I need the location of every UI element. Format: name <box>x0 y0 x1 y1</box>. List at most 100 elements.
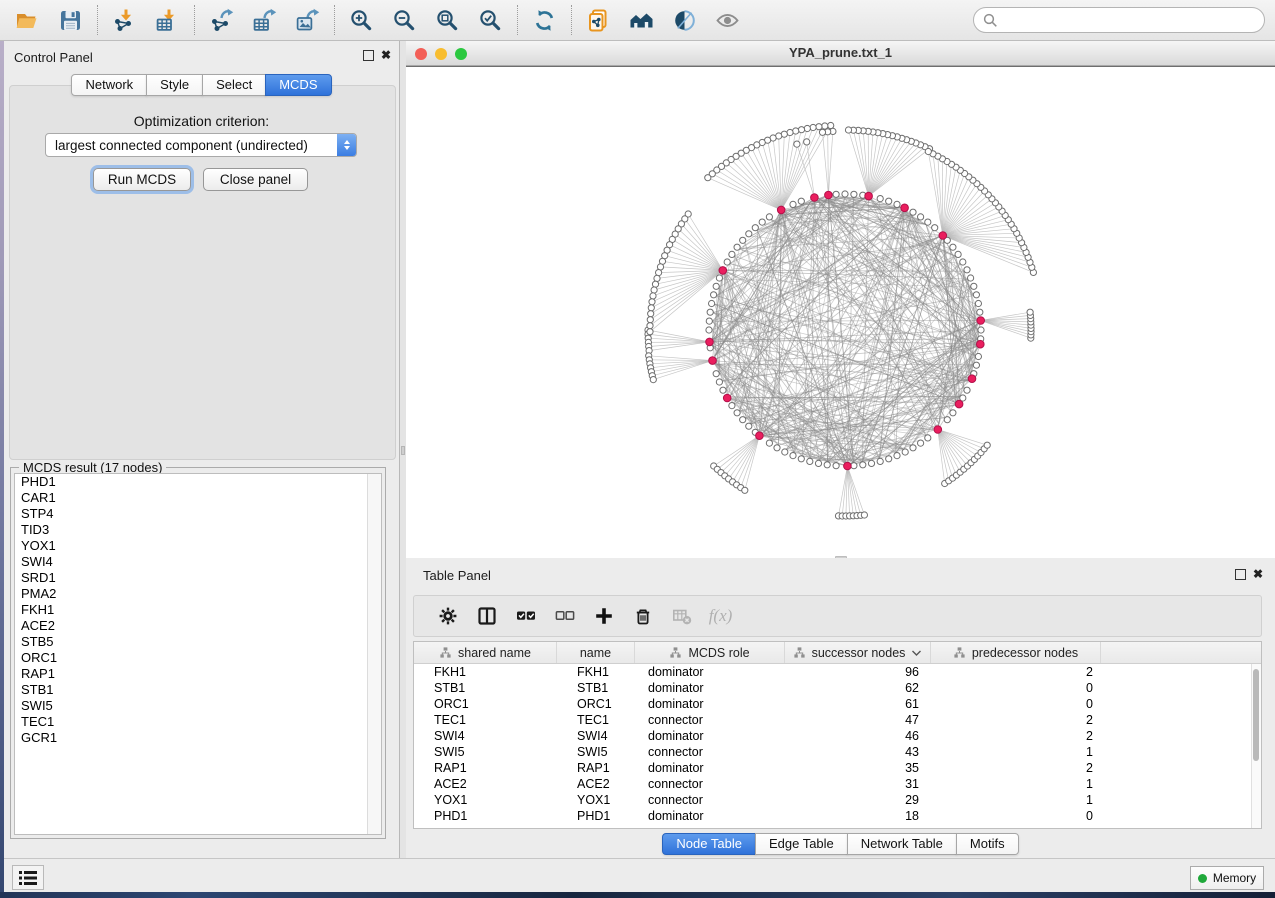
hide-graphics-details-button[interactable] <box>663 3 706 37</box>
ring-node[interactable] <box>713 283 719 289</box>
memory-button[interactable]: Memory <box>1190 866 1264 890</box>
cell-MCDS-role[interactable]: connector <box>635 777 785 791</box>
cell-successor-nodes[interactable]: 47 <box>785 713 931 727</box>
cell-MCDS-role[interactable]: connector <box>635 745 785 759</box>
ring-node[interactable] <box>759 219 765 225</box>
tab-mcds[interactable]: MCDS <box>265 74 331 96</box>
ring-node[interactable] <box>746 231 752 237</box>
ring-node[interactable] <box>950 244 956 250</box>
tab-select[interactable]: Select <box>202 74 266 96</box>
ring-node[interactable] <box>709 300 715 306</box>
add-column-button[interactable] <box>584 600 623 632</box>
ring-node[interactable] <box>740 237 746 243</box>
cell-name[interactable]: STB1 <box>557 681 635 695</box>
ring-node[interactable] <box>774 445 780 451</box>
mcds-result-item[interactable]: SWI5 <box>15 698 381 714</box>
leaf-node[interactable] <box>651 287 657 293</box>
mcds-hub-node[interactable] <box>934 426 942 434</box>
column-header-name[interactable]: name <box>557 642 635 663</box>
cell-successor-nodes[interactable]: 43 <box>785 745 931 759</box>
close-panel-icon[interactable]: ✖ <box>381 49 391 61</box>
home-network-button[interactable] <box>620 3 663 37</box>
mcds-hub-node[interactable] <box>955 400 963 408</box>
cell-name[interactable]: FKH1 <box>557 665 635 679</box>
ring-node[interactable] <box>720 387 726 393</box>
mcds-result-item[interactable]: SRD1 <box>15 570 381 586</box>
leaf-node[interactable] <box>822 123 828 129</box>
table-row[interactable]: PHD1PHD1dominator180 <box>414 808 1261 824</box>
mcds-hub-node[interactable] <box>723 394 731 402</box>
ring-node[interactable] <box>978 327 984 333</box>
ring-node[interactable] <box>886 456 892 462</box>
save-button[interactable] <box>49 3 92 37</box>
ring-node[interactable] <box>711 292 717 298</box>
mcds-result-item[interactable]: YOX1 <box>15 538 381 554</box>
mcds-hub-node[interactable] <box>968 375 976 383</box>
table-row[interactable]: ACE2ACE2connector311 <box>414 776 1261 792</box>
leaf-node[interactable] <box>649 299 655 305</box>
tab-style[interactable]: Style <box>146 74 203 96</box>
ring-node[interactable] <box>910 209 916 215</box>
ring-node[interactable] <box>833 463 839 469</box>
cell-predecessor-nodes[interactable]: 2 <box>931 729 1101 743</box>
network-canvas[interactable] <box>406 66 1275 558</box>
mcds-result-list[interactable]: PHD1CAR1STP4TID3YOX1SWI4SRD1PMA2FKH1ACE2… <box>14 473 382 835</box>
ring-node[interactable] <box>798 456 804 462</box>
mcds-hub-node[interactable] <box>865 192 873 200</box>
search-box[interactable] <box>973 7 1265 33</box>
mcds-hub-node[interactable] <box>939 232 947 240</box>
leaf-node[interactable] <box>654 275 660 281</box>
ring-node[interactable] <box>868 460 874 466</box>
settings-button[interactable] <box>428 600 467 632</box>
column-header-predecessor-nodes[interactable]: predecessor nodes <box>931 642 1101 663</box>
cell-successor-nodes[interactable]: 29 <box>785 793 931 807</box>
cell-shared-name[interactable]: SWI4 <box>414 729 557 743</box>
cell-name[interactable]: SWI4 <box>557 729 635 743</box>
ring-node[interactable] <box>790 453 796 459</box>
leaf-node[interactable] <box>1027 309 1033 315</box>
cell-name[interactable]: ACE2 <box>557 777 635 791</box>
ring-node[interactable] <box>977 309 983 315</box>
network-graph[interactable] <box>406 67 1275 558</box>
mcds-result-item[interactable]: TID3 <box>15 522 381 538</box>
leaf-node[interactable] <box>798 127 804 133</box>
mcds-hub-node[interactable] <box>777 206 785 214</box>
mcds-hub-node[interactable] <box>844 462 852 470</box>
mcds-hub-node[interactable] <box>709 357 717 365</box>
ring-node[interactable] <box>950 410 956 416</box>
table-row[interactable]: SWI5SWI5connector431 <box>414 744 1261 760</box>
leaf-node[interactable] <box>648 305 654 311</box>
clear-selection-button[interactable] <box>545 600 584 632</box>
ring-node[interactable] <box>968 275 974 281</box>
cell-MCDS-role[interactable]: dominator <box>635 697 785 711</box>
ring-node[interactable] <box>925 435 931 441</box>
ring-node[interactable] <box>706 327 712 333</box>
tab-edge-table[interactable]: Edge Table <box>755 833 848 855</box>
ring-node[interactable] <box>734 244 740 250</box>
cell-predecessor-nodes[interactable]: 2 <box>931 713 1101 727</box>
cell-MCDS-role[interactable]: dominator <box>635 665 785 679</box>
ring-node[interactable] <box>932 225 938 231</box>
mcds-hub-node[interactable] <box>719 267 727 275</box>
cell-successor-nodes[interactable]: 18 <box>785 809 931 823</box>
ring-node[interactable] <box>713 371 719 377</box>
column-header-shared-name[interactable]: shared name <box>414 642 557 663</box>
mcds-hub-node[interactable] <box>756 432 764 440</box>
export-network-button[interactable] <box>200 3 243 37</box>
cell-name[interactable]: ORC1 <box>557 697 635 711</box>
ring-node[interactable] <box>807 458 813 464</box>
cell-name[interactable]: PHD1 <box>557 809 635 823</box>
mcds-result-item[interactable]: ORC1 <box>15 650 381 666</box>
task-history-button[interactable] <box>12 865 44 890</box>
tab-motifs[interactable]: Motifs <box>956 833 1019 855</box>
mcds-result-item[interactable]: ACE2 <box>15 618 381 634</box>
ring-node[interactable] <box>740 417 746 423</box>
refresh-button[interactable] <box>523 3 566 37</box>
ring-node[interactable] <box>706 318 712 324</box>
leaf-node[interactable] <box>647 323 653 329</box>
export-image-button[interactable] <box>286 3 329 37</box>
run-mcds-button[interactable]: Run MCDS <box>93 168 191 191</box>
ring-node[interactable] <box>729 403 735 409</box>
mcds-result-item[interactable]: RAP1 <box>15 666 381 682</box>
ring-node[interactable] <box>944 417 950 423</box>
